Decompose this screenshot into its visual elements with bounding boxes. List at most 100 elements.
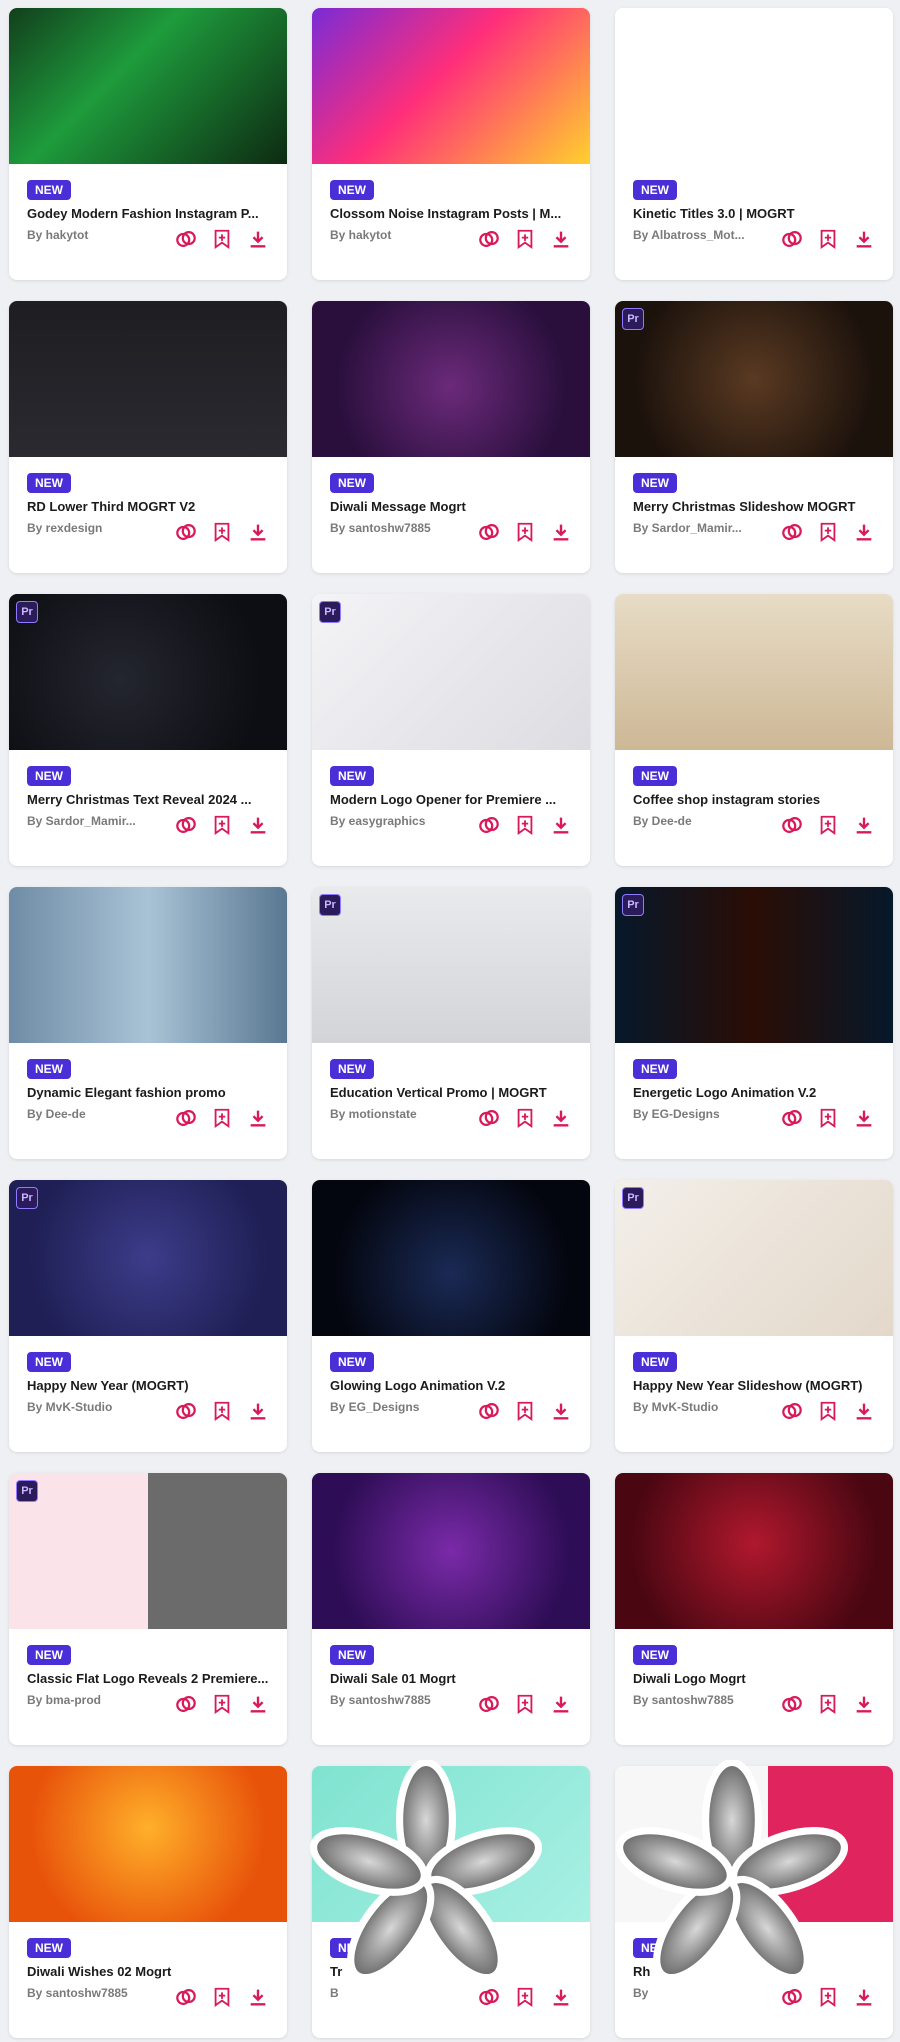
bookmark-add-icon[interactable] — [514, 1107, 536, 1129]
download-icon[interactable] — [853, 1107, 875, 1129]
template-card[interactable]: Pr NEW Happy New Year (MOGRT) By MvK-Studio — [9, 1180, 287, 1452]
bookmark-add-icon[interactable] — [817, 1986, 839, 2008]
template-thumbnail[interactable] — [615, 8, 893, 164]
template-thumbnail[interactable] — [9, 301, 287, 457]
bookmark-add-icon[interactable] — [211, 521, 233, 543]
template-author[interactable]: B — [330, 1986, 480, 2000]
preview-icon[interactable] — [175, 1986, 197, 2008]
preview-icon[interactable] — [175, 1400, 197, 1422]
download-icon[interactable] — [550, 521, 572, 543]
download-icon[interactable] — [550, 814, 572, 836]
template-card[interactable]: NEW Godey Modern Fashion Instagram P... By… — [9, 8, 287, 280]
download-icon[interactable] — [247, 814, 269, 836]
bookmark-add-icon[interactable] — [514, 1986, 536, 2008]
template-card[interactable]: NEW Dynamic Elegant fashion promo By Dee-d… — [9, 887, 287, 1159]
template-author[interactable]: By hakytot — [27, 228, 177, 242]
template-card[interactable]: NEW Diwali Wishes 02 Mogrt By santoshw7885 — [9, 1766, 287, 2038]
preview-icon[interactable] — [781, 228, 803, 250]
download-icon[interactable] — [853, 228, 875, 250]
download-icon[interactable] — [247, 228, 269, 250]
template-author[interactable]: By MvK-Studio — [27, 1400, 177, 1414]
bookmark-add-icon[interactable] — [817, 521, 839, 543]
template-card[interactable]: NEW Tr B — [312, 1766, 590, 2038]
preview-icon[interactable] — [478, 228, 500, 250]
template-title[interactable]: Diwali Sale 01 Mogrt — [330, 1671, 574, 1686]
bookmark-add-icon[interactable] — [514, 1693, 536, 1715]
template-title[interactable]: Tr — [330, 1964, 574, 1979]
template-title[interactable]: Classic Flat Logo Reveals 2 Premiere... — [27, 1671, 271, 1686]
template-author[interactable]: By easygraphics — [330, 814, 480, 828]
template-title[interactable]: Diwali Wishes 02 Mogrt — [27, 1964, 271, 1979]
template-thumbnail[interactable]: Pr — [312, 887, 590, 1043]
template-thumbnail[interactable] — [615, 1473, 893, 1629]
template-author[interactable]: By EG_Designs — [330, 1400, 480, 1414]
download-icon[interactable] — [550, 1107, 572, 1129]
download-icon[interactable] — [550, 1400, 572, 1422]
template-thumbnail[interactable] — [615, 1766, 893, 1922]
template-thumbnail[interactable]: Pr — [615, 1180, 893, 1336]
download-icon[interactable] — [853, 814, 875, 836]
template-card[interactable]: Pr NEW Happy New Year Slideshow (MOGRT) By … — [615, 1180, 893, 1452]
template-thumbnail[interactable]: Pr — [615, 887, 893, 1043]
preview-icon[interactable] — [781, 1693, 803, 1715]
template-title[interactable]: Energetic Logo Animation V.2 — [633, 1085, 877, 1100]
download-icon[interactable] — [853, 1400, 875, 1422]
download-icon[interactable] — [247, 521, 269, 543]
bookmark-add-icon[interactable] — [817, 228, 839, 250]
preview-icon[interactable] — [175, 1693, 197, 1715]
template-title[interactable]: RD Lower Third MOGRT V2 — [27, 499, 271, 514]
template-thumbnail[interactable]: Pr — [615, 301, 893, 457]
template-card[interactable]: Pr NEW Merry Christmas Slideshow MOGRT By S… — [615, 301, 893, 573]
template-author[interactable]: By MvK-Studio — [633, 1400, 783, 1414]
download-icon[interactable] — [853, 1693, 875, 1715]
template-author[interactable]: By Sardor_Mamir... — [633, 521, 783, 535]
preview-icon[interactable] — [781, 1400, 803, 1422]
template-title[interactable]: Godey Modern Fashion Instagram P... — [27, 206, 271, 221]
template-card[interactable]: NEW Glowing Logo Animation V.2 By EG_Desig… — [312, 1180, 590, 1452]
preview-icon[interactable] — [175, 814, 197, 836]
template-thumbnail[interactable] — [9, 1766, 287, 1922]
bookmark-add-icon[interactable] — [514, 228, 536, 250]
template-thumbnail[interactable] — [9, 887, 287, 1043]
template-thumbnail[interactable]: Pr — [9, 594, 287, 750]
template-card[interactable]: NEW Rh By — [615, 1766, 893, 2038]
template-card[interactable]: Pr NEW Modern Logo Opener for Premiere ...… — [312, 594, 590, 866]
template-thumbnail[interactable]: Pr — [9, 1473, 287, 1629]
preview-icon[interactable] — [781, 521, 803, 543]
template-author[interactable]: By bma-prod — [27, 1693, 177, 1707]
preview-icon[interactable] — [478, 1400, 500, 1422]
template-thumbnail[interactable] — [615, 594, 893, 750]
download-icon[interactable] — [853, 1986, 875, 2008]
bookmark-add-icon[interactable] — [514, 521, 536, 543]
download-icon[interactable] — [550, 228, 572, 250]
template-card[interactable]: NEW Coffee shop instagram stories By Dee-d… — [615, 594, 893, 866]
template-author[interactable]: By Dee-de — [27, 1107, 177, 1121]
template-thumbnail[interactable] — [312, 1180, 590, 1336]
template-card[interactable]: Pr NEW Merry Christmas Text Reveal 2024 ..… — [9, 594, 287, 866]
template-author[interactable]: By rexdesign — [27, 521, 177, 535]
template-author[interactable]: By santoshw7885 — [633, 1693, 783, 1707]
template-title[interactable]: Rh — [633, 1964, 877, 1979]
template-title[interactable]: Happy New Year Slideshow (MOGRT) — [633, 1378, 877, 1393]
template-title[interactable]: Glowing Logo Animation V.2 — [330, 1378, 574, 1393]
template-title[interactable]: Diwali Message Mogrt — [330, 499, 574, 514]
template-title[interactable]: Education Vertical Promo | MOGRT — [330, 1085, 574, 1100]
template-author[interactable]: By Albatross_Mot... — [633, 228, 783, 242]
template-title[interactable]: Coffee shop instagram stories — [633, 792, 877, 807]
template-title[interactable]: Happy New Year (MOGRT) — [27, 1378, 271, 1393]
template-title[interactable]: Diwali Logo Mogrt — [633, 1671, 877, 1686]
template-card[interactable]: NEW Diwali Sale 01 Mogrt By santoshw7885 — [312, 1473, 590, 1745]
bookmark-add-icon[interactable] — [211, 228, 233, 250]
template-author[interactable]: By EG-Designs — [633, 1107, 783, 1121]
template-card[interactable]: NEW RD Lower Third MOGRT V2 By rexdesign — [9, 301, 287, 573]
preview-icon[interactable] — [175, 1107, 197, 1129]
template-author[interactable]: By Dee-de — [633, 814, 783, 828]
preview-icon[interactable] — [175, 521, 197, 543]
template-author[interactable]: By santoshw7885 — [330, 521, 480, 535]
bookmark-add-icon[interactable] — [211, 1107, 233, 1129]
preview-icon[interactable] — [478, 1693, 500, 1715]
bookmark-add-icon[interactable] — [211, 1693, 233, 1715]
template-title[interactable]: Merry Christmas Slideshow MOGRT — [633, 499, 877, 514]
bookmark-add-icon[interactable] — [514, 814, 536, 836]
template-card[interactable]: NEW Kinetic Titles 3.0 | MOGRT By Albatros… — [615, 8, 893, 280]
